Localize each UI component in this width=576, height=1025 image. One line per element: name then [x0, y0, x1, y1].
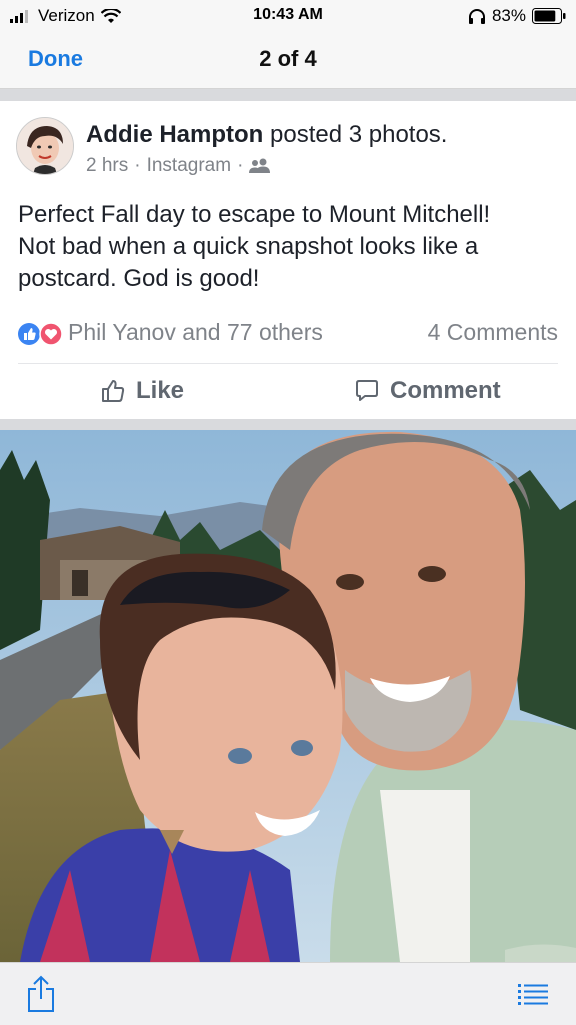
post-source[interactable]: Instagram [147, 155, 231, 177]
reaction-names[interactable]: Phil Yanov and 77 others [68, 319, 323, 346]
section-divider [0, 89, 576, 101]
status-right: 83% [468, 6, 566, 26]
share-icon [28, 975, 54, 1012]
status-bar: Verizon 10:43 AM 83% [0, 0, 576, 32]
share-button[interactable] [26, 975, 56, 1018]
like-label: Like [136, 377, 185, 404]
post-photo[interactable] [0, 430, 576, 962]
meta-separator: · [237, 155, 244, 176]
actions-divider [18, 363, 558, 364]
post-card: Addie Hampton posted 3 photos. 2 hrs · I… [0, 101, 576, 419]
list-icon [518, 984, 548, 1005]
friends-icon [249, 158, 271, 173]
battery-percent: 83% [491, 6, 526, 25]
comment-label: Comment [390, 377, 501, 404]
post-meta: 2 hrs · Instagram · [86, 155, 271, 177]
post-text-line: Not bad when a quick snapshot looks like… [18, 233, 479, 260]
thumbs-up-icon [102, 380, 125, 402]
reaction-icons[interactable] [18, 322, 64, 346]
post-time[interactable]: 2 hrs [86, 155, 128, 177]
bottom-toolbar [0, 962, 576, 1025]
headphones-icon [468, 9, 485, 24]
photo-viewer-navbar: Done 2 of 4 [0, 32, 576, 89]
list-button[interactable] [518, 983, 548, 1010]
post-header: Addie Hampton posted 3 photos. [86, 121, 447, 149]
post-action-text: posted 3 photos. [270, 121, 448, 148]
meta-separator: · [134, 155, 141, 176]
comments-count[interactable]: 4 Comments [428, 319, 558, 346]
avatar[interactable] [16, 117, 74, 175]
section-divider [0, 419, 576, 430]
comment-button[interactable]: Comment [354, 377, 501, 405]
comment-icon [356, 380, 378, 401]
photo-counter: 2 of 4 [259, 46, 317, 71]
post-text: Perfect Fall day to escape to Mount Mitc… [18, 199, 563, 295]
post-text-line: postcard. God is good! [18, 265, 260, 292]
post-text-line: Perfect Fall day to escape to Mount Mitc… [18, 201, 491, 228]
love-icon [39, 322, 63, 346]
battery-icon [532, 8, 566, 24]
author-name[interactable]: Addie Hampton [86, 121, 263, 148]
like-button[interactable]: Like [100, 377, 184, 405]
like-icon [18, 323, 40, 345]
